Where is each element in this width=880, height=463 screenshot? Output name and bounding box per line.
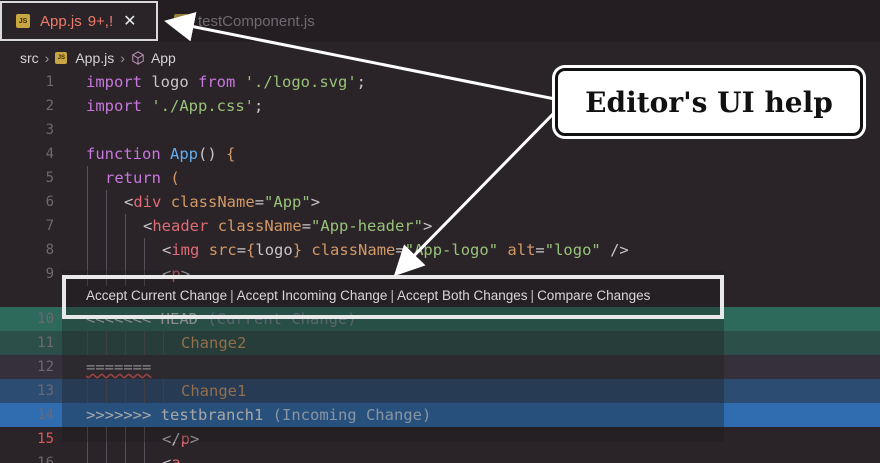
codelens-separator: | (530, 288, 535, 303)
line-number: 6 (45, 194, 54, 210)
tab-label: App.js (40, 12, 82, 30)
js-file-icon: JS (16, 14, 30, 28)
line-number: 15 (37, 431, 54, 447)
line-number: 16 (37, 455, 54, 463)
chevron-right-icon: › (120, 50, 125, 66)
code-text: Change2 (181, 334, 247, 352)
breadcrumb-folder[interactable]: src (20, 50, 39, 66)
code-line: 15 </p> (0, 427, 880, 451)
line-number: 9 (45, 266, 54, 282)
close-icon[interactable]: ✕ (123, 11, 136, 31)
breadcrumb-symbol[interactable]: App (151, 50, 176, 66)
code-line: 5 return ( (0, 166, 880, 190)
merge-conflict-codelens: Accept Current Change | Accept Incoming Ch… (86, 288, 650, 303)
code-text: <<<<<<< HEAD (Current Change) (86, 310, 357, 328)
line-number: 12 (37, 359, 54, 375)
accept-incoming-change-link[interactable]: Accept Incoming Change (237, 288, 388, 303)
js-file-icon: JS (55, 52, 68, 64)
code-text: <a (162, 454, 181, 463)
code-text: <header className="App-header"> (143, 217, 433, 235)
line-number: 13 (37, 383, 54, 399)
code-line: 6 <div className="App"> (0, 190, 880, 214)
breadcrumb: src › JS App.js › App (20, 47, 176, 69)
code-text: return ( (105, 169, 180, 187)
line-number: 7 (45, 218, 54, 234)
callout-text: Editor's UI help (585, 85, 833, 119)
codelens-separator: | (230, 288, 234, 303)
tab-label: testComponent.js (198, 12, 315, 30)
code-text: <div className="App"> (124, 193, 321, 211)
component-cube-icon (132, 51, 144, 65)
code-text: function App() { (86, 145, 236, 163)
js-file-icon: JS (174, 14, 188, 28)
code-text: <p> (162, 265, 191, 283)
line-number: 14 (37, 407, 54, 423)
tab-app-js[interactable]: JS App.js 9+,! ✕ (0, 1, 158, 41)
codelens-separator: | (390, 288, 394, 303)
code-text: import logo from './logo.svg'; (86, 73, 367, 91)
line-number: 4 (45, 146, 54, 162)
chevron-right-icon: › (44, 50, 50, 66)
line-number: 3 (45, 122, 54, 138)
tab-testcomponent-js[interactable]: JS testComponent.js (170, 0, 350, 42)
conflict-current-marker-line: 10 <<<<<<< HEAD (Current Change) (0, 307, 880, 331)
conflict-separator-line: 12 ======= (0, 355, 880, 379)
code-line: 16 <a (0, 451, 880, 463)
code-line: 4 function App() { (0, 142, 880, 166)
line-number: 10 (37, 311, 54, 327)
breadcrumb-file[interactable]: App.js (75, 50, 114, 66)
annotation-callout: Editor's UI help (555, 68, 863, 136)
accept-current-change-link[interactable]: Accept Current Change (86, 288, 227, 303)
code-text: >>>>>>> testbranch1 (Incoming Change) (86, 406, 432, 424)
line-number: 8 (45, 242, 54, 258)
conflict-incoming-marker-line: 14 >>>>>>> testbranch1 (Incoming Change) (0, 403, 880, 427)
line-number: 5 (45, 170, 54, 186)
line-number: 11 (37, 335, 54, 351)
conflict-current-line: 11 Change2 (0, 331, 880, 355)
compare-changes-link[interactable]: Compare Changes (537, 288, 650, 303)
code-line: 8 <img src={logo} className="App-logo" a… (0, 238, 880, 262)
code-text: Change1 (181, 382, 247, 400)
conflict-incoming-line: 13 Change1 (0, 379, 880, 403)
code-text: <img src={logo} className="App-logo" alt… (162, 241, 629, 259)
code-text: import './App.css'; (86, 97, 264, 115)
code-line: 7 <header className="App-header"> (0, 214, 880, 238)
code-text: ======= (86, 358, 152, 376)
code-line: 9 <p> (0, 262, 880, 286)
line-number: 2 (45, 98, 54, 114)
code-text: </p> (162, 430, 200, 448)
accept-both-changes-link[interactable]: Accept Both Changes (397, 288, 528, 303)
tab-bar: JS App.js 9+,! ✕ JS testComponent.js (0, 0, 880, 42)
tab-problem-count: 9+,! (87, 12, 114, 30)
line-number: 1 (45, 74, 54, 90)
